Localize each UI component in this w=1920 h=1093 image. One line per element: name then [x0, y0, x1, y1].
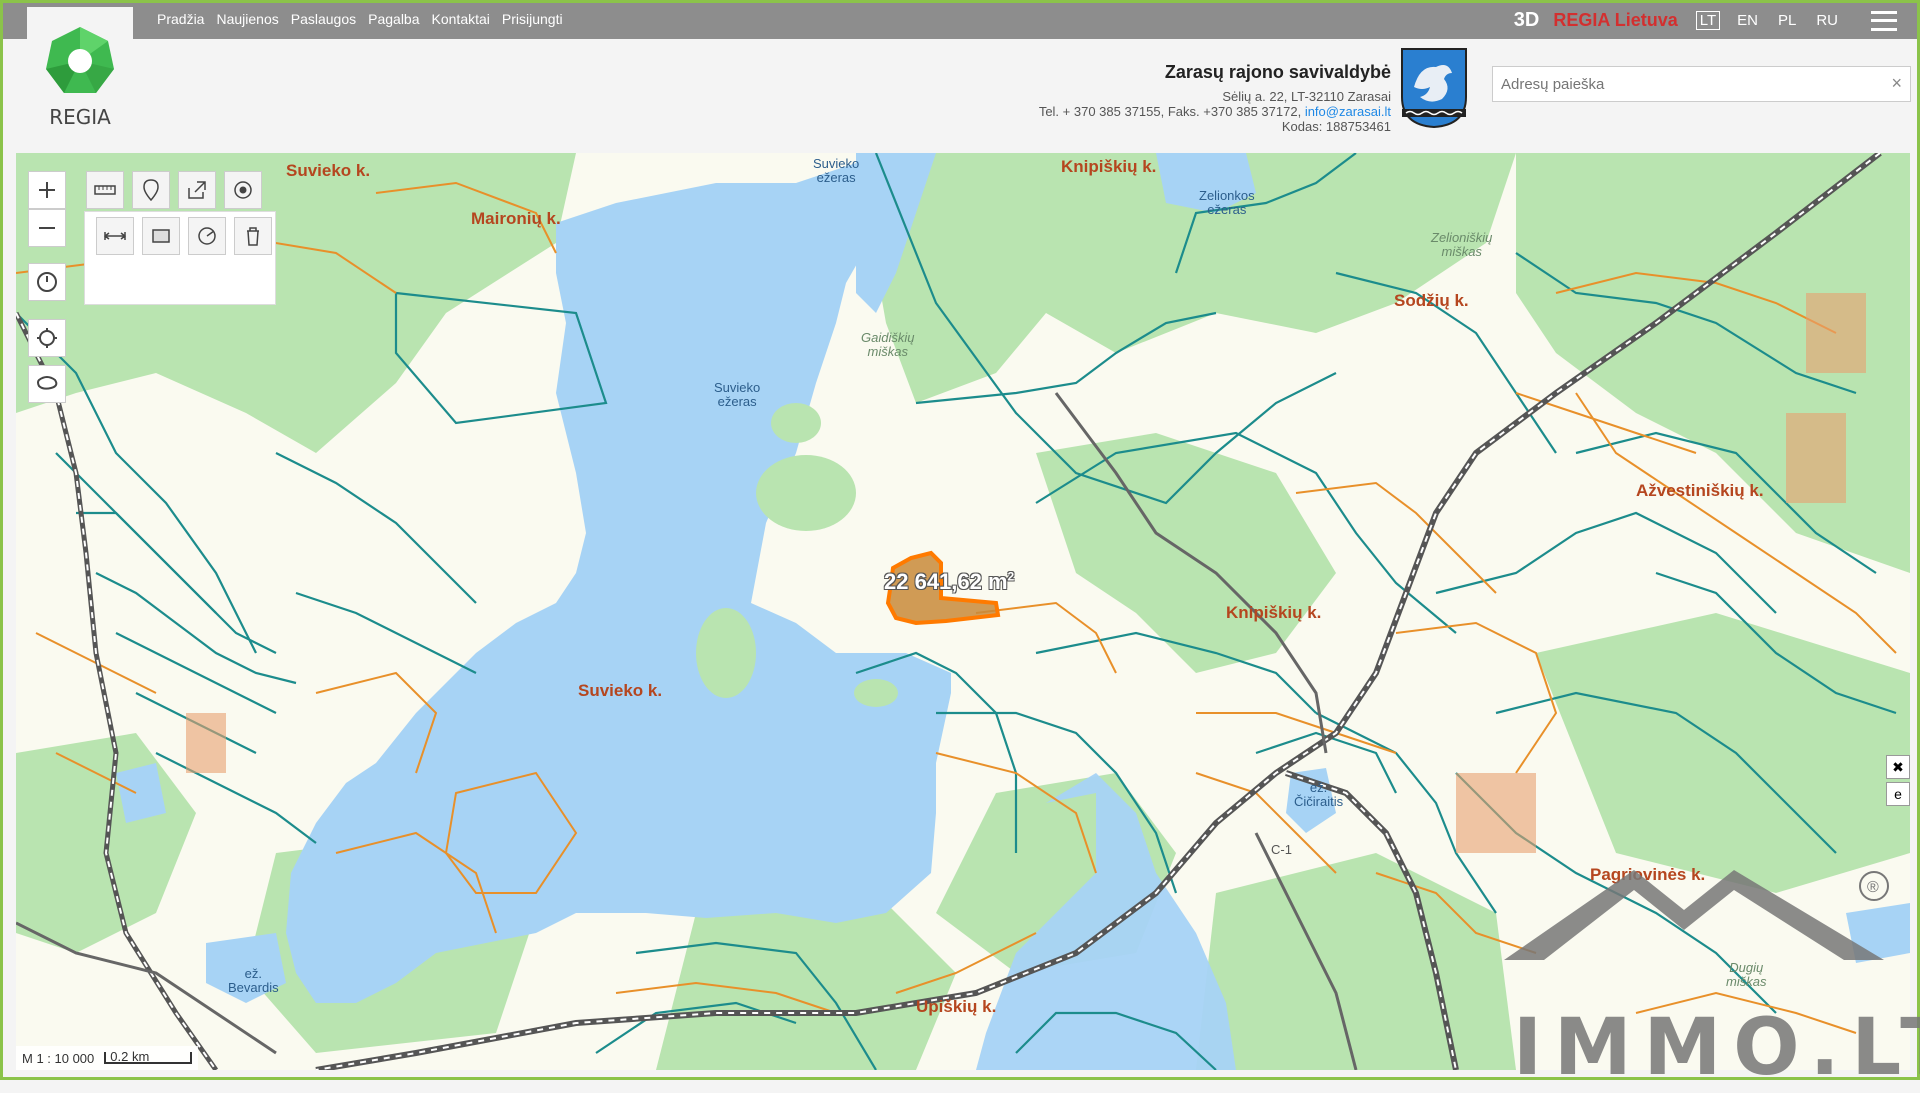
measure-area-button[interactable] — [142, 217, 180, 255]
municipality-code: Kodas: 188753461 — [1281, 119, 1391, 134]
village-label: Suvieko k. — [286, 161, 371, 180]
village-label: Knipiškių k. — [1226, 603, 1322, 622]
municipality-email[interactable]: info@zarasai.lt — [1305, 104, 1391, 119]
3d-button[interactable]: 3D — [1514, 9, 1540, 32]
locate-button[interactable] — [28, 319, 66, 357]
lang-ru[interactable]: RU — [1813, 12, 1841, 29]
select-area-button[interactable] — [28, 365, 66, 403]
zoom-in-button[interactable] — [28, 171, 66, 209]
area-icon — [152, 229, 170, 243]
lasso-icon — [37, 376, 58, 390]
village-label: Knipiškių k. — [1061, 157, 1157, 176]
logo-text: REGIA — [49, 105, 111, 129]
minus-icon — [39, 227, 55, 229]
nav-help[interactable]: Pagalba — [368, 11, 419, 27]
share-icon — [188, 181, 206, 199]
village-label: Sodžių k. — [1394, 291, 1469, 310]
target-button[interactable] — [224, 171, 262, 209]
village-label: Maironių k. — [471, 209, 561, 228]
lake-label: Zelionkos ežeras — [1199, 188, 1255, 217]
ruler-icon — [94, 185, 116, 195]
ruler-button[interactable] — [86, 171, 124, 209]
address-search: × — [1492, 66, 1911, 102]
selected-area-label: 22 641,62 m2 — [884, 569, 1015, 594]
nav-news[interactable]: Naujienos — [216, 11, 278, 27]
share-button[interactable] — [178, 171, 216, 209]
distance-icon — [104, 232, 126, 240]
municipality-info: Zarasų rajono savivaldybė Sėlių a. 22, L… — [1039, 61, 1391, 134]
measure-tools-row-1 — [86, 171, 262, 209]
forest-label: Zelioniškių miškas — [1431, 230, 1493, 259]
menu-icon[interactable] — [1871, 10, 1897, 31]
municipality-phone: Tel. + 370 385 37155, Faks. +370 385 371… — [1038, 104, 1302, 119]
scale-bar: 0.2 km — [104, 1050, 193, 1064]
plus-icon — [39, 182, 55, 198]
zoom-out-button[interactable] — [28, 209, 66, 247]
village-label: Suvieko k. — [578, 681, 663, 700]
village-label: Upiškių k. — [916, 997, 997, 1016]
marker-button[interactable] — [132, 171, 170, 209]
nav-login[interactable]: Prisijungti — [502, 11, 563, 27]
municipality-address: Sėlių a. 22, LT-32110 Zarasai — [1222, 89, 1391, 104]
lang-en[interactable]: EN — [1734, 12, 1761, 29]
address-search-input[interactable] — [1493, 67, 1873, 101]
crosshair-icon — [37, 328, 57, 348]
close-layer-icon[interactable]: ✖ — [1886, 755, 1910, 779]
pin-icon — [143, 179, 159, 201]
nav-home[interactable]: Pradžia — [157, 11, 204, 27]
measure-tools-row-2 — [96, 217, 272, 255]
history-button[interactable] — [28, 263, 66, 301]
radius-icon — [198, 227, 216, 245]
village-label: Ažvestiniškių k. — [1636, 481, 1764, 500]
lake-label: Suvieko ežeras — [714, 380, 761, 409]
forest-label: Gaidiškių miškas — [861, 330, 915, 359]
map-scale: M 1 : 10 000 0.2 km — [16, 1046, 199, 1070]
edge-icon[interactable]: e — [1886, 782, 1910, 806]
regia-logo-icon — [46, 27, 114, 93]
regia-logo[interactable]: REGIA — [27, 7, 133, 129]
registered-mark: ® — [1867, 879, 1879, 896]
lake-label: ež. Bevardis — [228, 966, 279, 995]
delete-button[interactable] — [234, 217, 272, 255]
measure-distance-button[interactable] — [96, 217, 134, 255]
top-bar: Pradžia Naujienos Paslaugos Pagalba Kont… — [3, 3, 1917, 39]
side-buttons: ✖ e — [1886, 755, 1910, 809]
trash-icon — [247, 227, 259, 246]
road-label: C-1 — [1271, 842, 1292, 857]
search-clear-icon[interactable]: × — [1891, 73, 1902, 94]
main-nav: Pradžia Naujienos Paslaugos Pagalba Kont… — [157, 11, 563, 27]
map-view[interactable]: Suvieko k. Maironių k. Knipiškių k. Sodž… — [16, 153, 1910, 1070]
nav-services[interactable]: Paslaugos — [291, 11, 356, 27]
lake-label: Suvieko ežeras — [813, 156, 860, 185]
clock-icon — [37, 272, 57, 292]
lang-lt[interactable]: LT — [1695, 11, 1721, 30]
target-icon — [234, 181, 252, 199]
top-right-controls: 3D REGIA Lietuva LT EN PL RU — [1514, 9, 1897, 32]
scale-ratio: M 1 : 10 000 — [22, 1050, 95, 1066]
municipality-title: Zarasų rajono savivaldybė — [1164, 62, 1391, 82]
measure-radius-button[interactable] — [188, 217, 226, 255]
brand-label[interactable]: REGIA Lietuva — [1553, 10, 1677, 31]
lang-pl[interactable]: PL — [1775, 12, 1799, 29]
lake-label: ež. Čičiraitis — [1294, 780, 1344, 809]
nav-contacts[interactable]: Kontaktai — [432, 11, 490, 27]
coat-of-arms-icon — [1401, 48, 1467, 129]
